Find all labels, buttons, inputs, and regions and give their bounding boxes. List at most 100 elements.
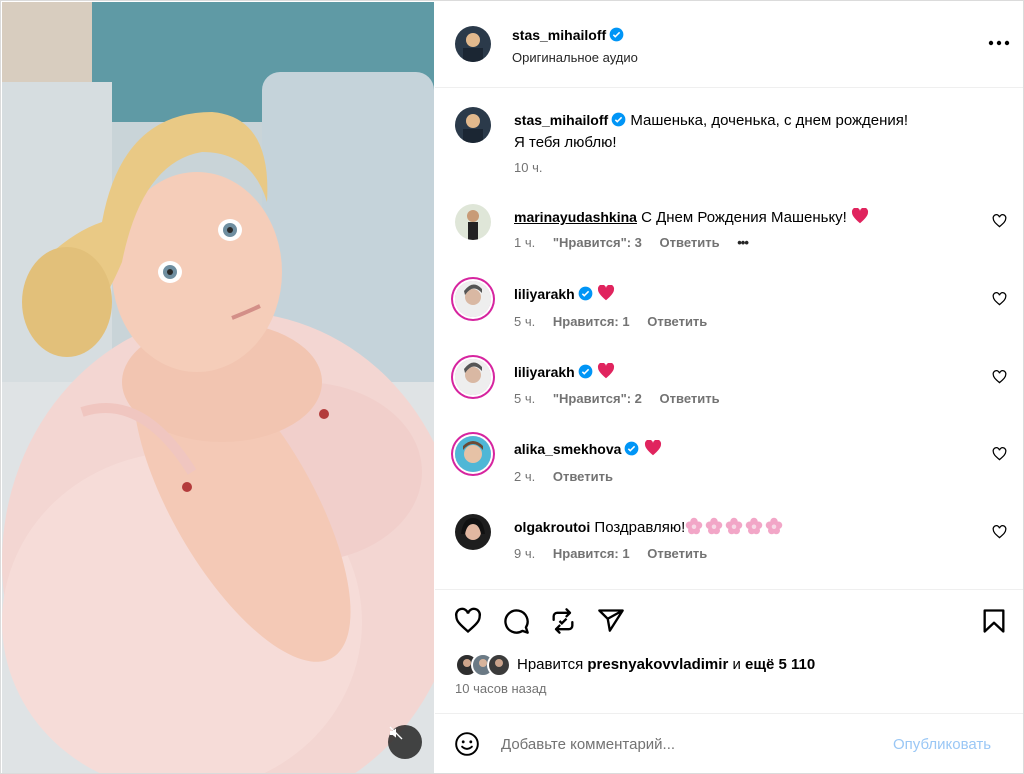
comment-meta: 5 ч. "Нравится": 2 Ответить	[514, 391, 734, 406]
post-header: stas_mihailoff Оригинальное аудио	[435, 2, 1023, 88]
author-avatar[interactable]	[455, 26, 491, 62]
comment-text: alika_smekhova	[514, 438, 974, 461]
likes-joiner: и	[732, 656, 741, 673]
verified-icon	[578, 286, 593, 301]
likes-count[interactable]: ещё 5 110	[745, 656, 815, 673]
flower-emoji-icon	[706, 517, 723, 535]
commenter-name[interactable]: alika_smekhova	[514, 441, 621, 457]
heart-emoji-icon	[597, 363, 614, 379]
comment-time[interactable]: 2 ч.	[514, 469, 535, 484]
likes-user[interactable]: presnyakovvladimir	[587, 656, 728, 673]
add-comment-bar: Опубликовать	[435, 713, 1023, 773]
comment-more-button[interactable]: •••	[737, 235, 749, 250]
verified-icon	[609, 27, 624, 42]
comment-item: olgakroutoi Поздравляю! 9 ч. Нравится: 1…	[435, 514, 1023, 574]
comment-text: olgakroutoi Поздравляю!	[514, 516, 974, 539]
commenter-avatar[interactable]	[455, 359, 491, 395]
commenter-avatar[interactable]	[455, 436, 491, 472]
reply-button[interactable]: Ответить	[647, 314, 707, 329]
comment-item: marinayudashkina С Днем Рождения Машеньк…	[435, 204, 1023, 264]
comment-like-icon[interactable]	[992, 292, 1007, 306]
mute-icon	[389, 726, 403, 740]
comment-likes[interactable]: "Нравится": 3	[553, 235, 642, 250]
comment-time[interactable]: 5 ч.	[514, 314, 535, 329]
likes-prefix: Нравится	[517, 656, 584, 673]
commenter-name[interactable]: liliyarakh	[514, 286, 575, 302]
caption-line1: Машенька, доченька, с днем рождения!	[630, 112, 909, 129]
comment-likes[interactable]: "Нравится": 2	[553, 391, 642, 406]
comment-likes[interactable]: Нравится: 1	[553, 314, 630, 329]
comment-time[interactable]: 1 ч.	[514, 235, 535, 250]
comment-like-icon[interactable]	[992, 447, 1007, 461]
comment-icon[interactable]	[502, 607, 530, 635]
comment-meta: 9 ч. Нравится: 1 Ответить	[514, 546, 721, 561]
author-name[interactable]: stas_mihailoff	[512, 27, 624, 43]
comment-item: alika_smekhova 2 ч. Ответить	[435, 436, 1023, 496]
comment-time[interactable]: 5 ч.	[514, 391, 535, 406]
comment-item: liliyarakh 5 ч. Нравится: 1 Ответить	[435, 281, 1023, 341]
share-icon[interactable]	[597, 607, 625, 635]
more-icon[interactable]	[987, 36, 1011, 50]
reply-button[interactable]: Ответить	[647, 546, 707, 561]
comment-input[interactable]	[501, 732, 881, 756]
comment-time[interactable]: 9 ч.	[514, 546, 535, 561]
comment-like-icon[interactable]	[992, 214, 1007, 228]
reply-button[interactable]: Ответить	[660, 391, 720, 406]
caption-avatar[interactable]	[455, 107, 491, 143]
flower-emoji-icon	[746, 517, 763, 535]
comment-item: liliyarakh 5 ч. "Нравится": 2 Ответить	[435, 359, 1023, 419]
author-username[interactable]: stas_mihailoff	[512, 27, 606, 43]
audio-label[interactable]: Оригинальное аудио	[512, 50, 638, 65]
verified-icon	[578, 364, 593, 379]
flower-emoji-icon	[686, 517, 703, 535]
reply-button[interactable]: Ответить	[660, 235, 720, 250]
save-icon[interactable]	[980, 607, 1008, 635]
emoji-icon[interactable]	[454, 731, 480, 757]
comments-list[interactable]: stas_mihailoff Машенька, доченька, с дне…	[435, 89, 1023, 589]
repost-icon[interactable]	[549, 607, 577, 635]
caption-meta: 10 ч.	[514, 160, 556, 175]
mute-button[interactable]	[388, 725, 422, 759]
commenter-avatar[interactable]	[455, 281, 491, 317]
caption: stas_mihailoff Машенька, доченька, с дне…	[435, 107, 1023, 177]
caption-author[interactable]: stas_mihailoff	[514, 112, 608, 128]
like-icon[interactable]	[454, 607, 482, 635]
comment-body: Поздравляю!	[594, 519, 686, 536]
heart-emoji-icon	[644, 440, 661, 456]
caption-line2: Я тебя люблю!	[514, 134, 617, 151]
video-frame	[2, 2, 434, 773]
verified-icon	[611, 112, 626, 127]
comment-meta: 2 ч. Ответить	[514, 469, 627, 484]
post-video[interactable]	[2, 2, 434, 773]
reply-button[interactable]: Ответить	[553, 469, 613, 484]
commenter-name[interactable]: liliyarakh	[514, 364, 575, 380]
comment-meta: 1 ч. "Нравится": 3 Ответить •••	[514, 235, 762, 250]
liker-avatars[interactable]	[455, 653, 515, 677]
verified-icon	[625, 441, 639, 456]
commenter-name[interactable]: marinayudashkina	[514, 209, 637, 225]
comment-text: marinayudashkina С Днем Рождения Машеньк…	[514, 206, 974, 229]
comment-body: С Днем Рождения Машеньку!	[641, 209, 847, 226]
comment-likes[interactable]: Нравится: 1	[553, 546, 630, 561]
publish-button[interactable]: Опубликовать	[893, 736, 991, 753]
likes-summary: Нравится presnyakovvladimir и ещё 5 110	[455, 653, 1015, 677]
post-sidebar: stas_mihailoff Оригинальное аудио stas_m…	[435, 2, 1023, 773]
flower-emoji-icon	[726, 517, 743, 535]
commenter-name[interactable]: olgakroutoi	[514, 519, 590, 535]
commenter-avatar[interactable]	[455, 204, 491, 240]
comment-like-icon[interactable]	[992, 525, 1007, 539]
action-bar	[435, 589, 1023, 649]
comment-text: liliyarakh	[514, 283, 974, 306]
flower-emoji-icon	[766, 517, 783, 535]
likes-text: Нравится presnyakovvladimir и ещё 5 110	[517, 656, 815, 673]
heart-emoji-icon	[852, 208, 869, 224]
commenter-avatar[interactable]	[455, 514, 491, 550]
heart-emoji-icon	[597, 285, 614, 301]
comment-text: liliyarakh	[514, 361, 974, 384]
caption-time[interactable]: 10 ч.	[514, 160, 542, 175]
caption-text: stas_mihailoff Машенька, доченька, с дне…	[514, 109, 974, 154]
comment-meta: 5 ч. Нравится: 1 Ответить	[514, 314, 721, 329]
post-time[interactable]: 10 часов назад	[455, 681, 547, 696]
comment-like-icon[interactable]	[992, 370, 1007, 384]
post-dialog: stas_mihailoff Оригинальное аудио stas_m…	[0, 0, 1024, 774]
